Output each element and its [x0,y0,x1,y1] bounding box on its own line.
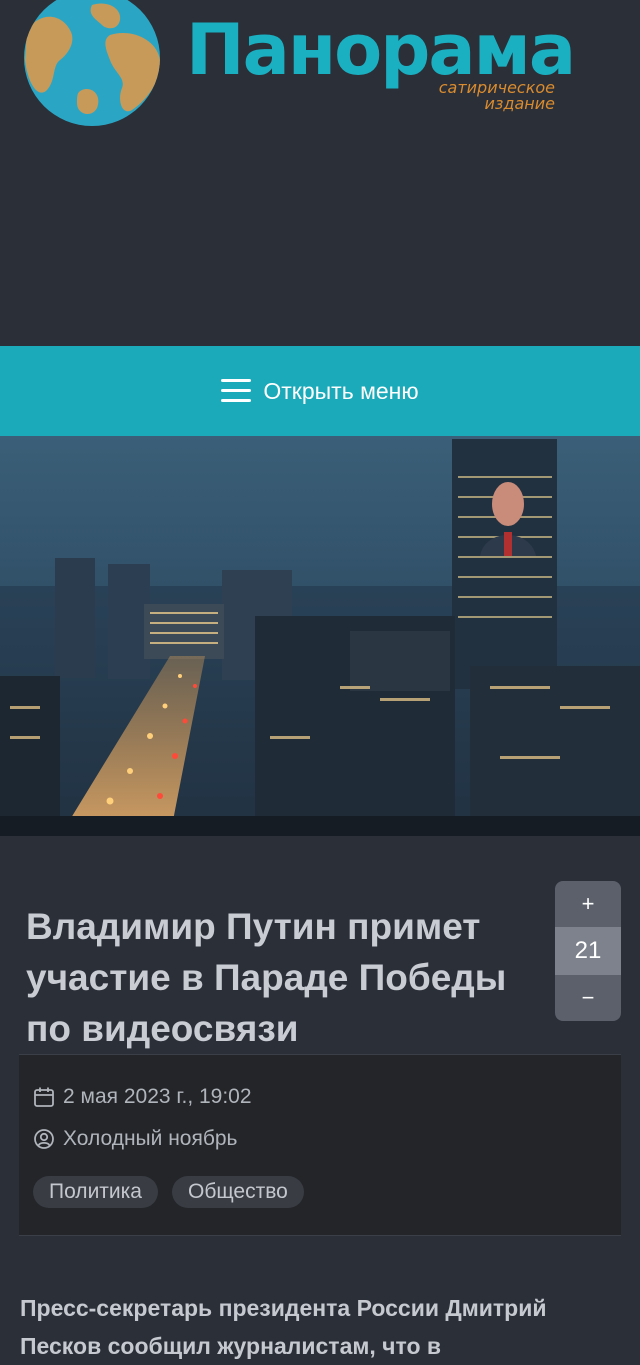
vote-widget: + 21 − [555,881,621,1021]
author-row: Холодный ноябрь [33,1127,238,1151]
tagline-line2: издание [484,94,555,113]
downvote-button[interactable]: − [555,975,621,1021]
author-name[interactable]: Холодный ноябрь [63,1127,238,1151]
tag-society[interactable]: Общество [172,1176,304,1208]
calendar-icon [34,1087,54,1107]
article-lead: Пресс-секретарь президента России Дмитри… [20,1295,547,1359]
user-circle-icon [34,1129,54,1149]
upvote-button[interactable]: + [555,881,621,927]
tag-politics[interactable]: Политика [33,1176,158,1208]
site-tagline: сатирическое издание [410,80,555,112]
article-title: Владимир Путин примет участие в Параде П… [26,905,507,1049]
site-header: Панорама сатирическое издание [0,0,640,346]
vote-count: 21 [555,927,621,975]
hamburger-icon [221,379,252,403]
globe-icon[interactable] [22,0,162,128]
article-hero-image [0,436,640,836]
article-meta: 2 мая 2023 г., 19:02 Холодный ноябрь Пол… [19,1054,621,1236]
open-menu-label: Открыть меню [263,377,419,404]
publish-date-row: 2 мая 2023 г., 19:02 [33,1085,252,1109]
open-menu-button[interactable]: Открыть меню [0,346,640,436]
publish-date: 2 мая 2023 г., 19:02 [63,1085,252,1108]
